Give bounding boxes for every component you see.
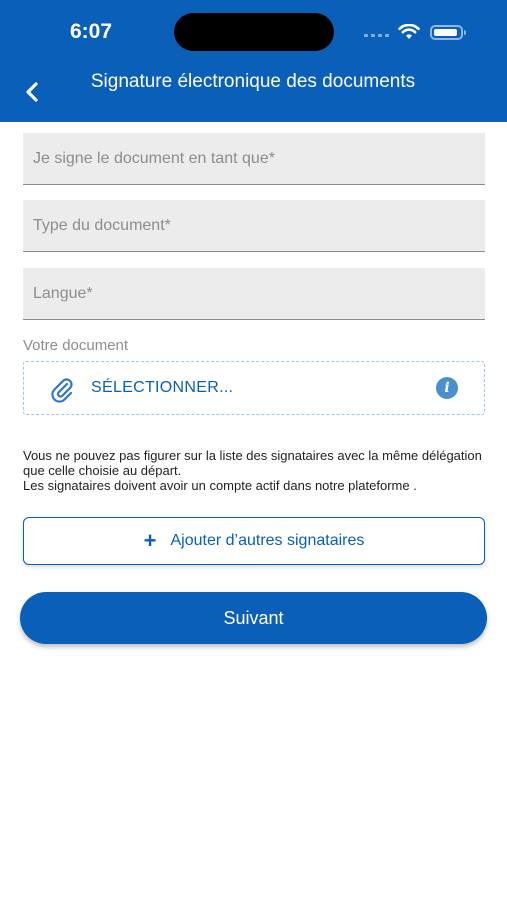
signer-role-input[interactable] — [23, 133, 485, 184]
select-document-label: SÉLECTIONNER... — [91, 379, 234, 396]
select-document-button[interactable]: SÉLECTIONNER... i — [23, 361, 485, 415]
notice-line-1: Vous ne pouvez pas figurer sur la liste … — [23, 448, 482, 478]
wifi-icon — [398, 23, 420, 45]
status-time: 6:07 — [70, 20, 113, 43]
page-title: Signature électronique des documents — [90, 71, 416, 92]
signers-notice: Vous ne pouvez pas figurer sur la liste … — [23, 448, 488, 493]
dynamic-island — [174, 13, 334, 51]
language-field[interactable] — [23, 268, 485, 320]
document-type-input[interactable] — [23, 200, 485, 251]
back-button[interactable] — [18, 78, 46, 106]
signer-role-field[interactable] — [23, 133, 485, 185]
add-signers-button[interactable]: + Ajouter d’autres signataires — [23, 517, 485, 565]
cellular-signal-icon — [364, 34, 389, 37]
info-icon[interactable]: i — [436, 377, 458, 399]
app-header: 6:07 Signature électronique des document… — [0, 0, 507, 122]
next-button[interactable]: Suivant — [20, 592, 487, 644]
battery-icon — [430, 25, 466, 40]
document-type-field[interactable] — [23, 200, 485, 252]
next-button-label: Suivant — [223, 607, 284, 628]
plus-icon: + — [143, 528, 157, 553]
document-label: Votre document — [23, 337, 129, 354]
paperclip-icon — [48, 375, 76, 408]
notice-line-2: Les signataires doivent avoir un compte … — [23, 478, 417, 493]
add-signers-label: Ajouter d’autres signataires — [170, 532, 365, 549]
chevron-left-icon — [26, 82, 38, 102]
language-input[interactable] — [23, 268, 485, 319]
